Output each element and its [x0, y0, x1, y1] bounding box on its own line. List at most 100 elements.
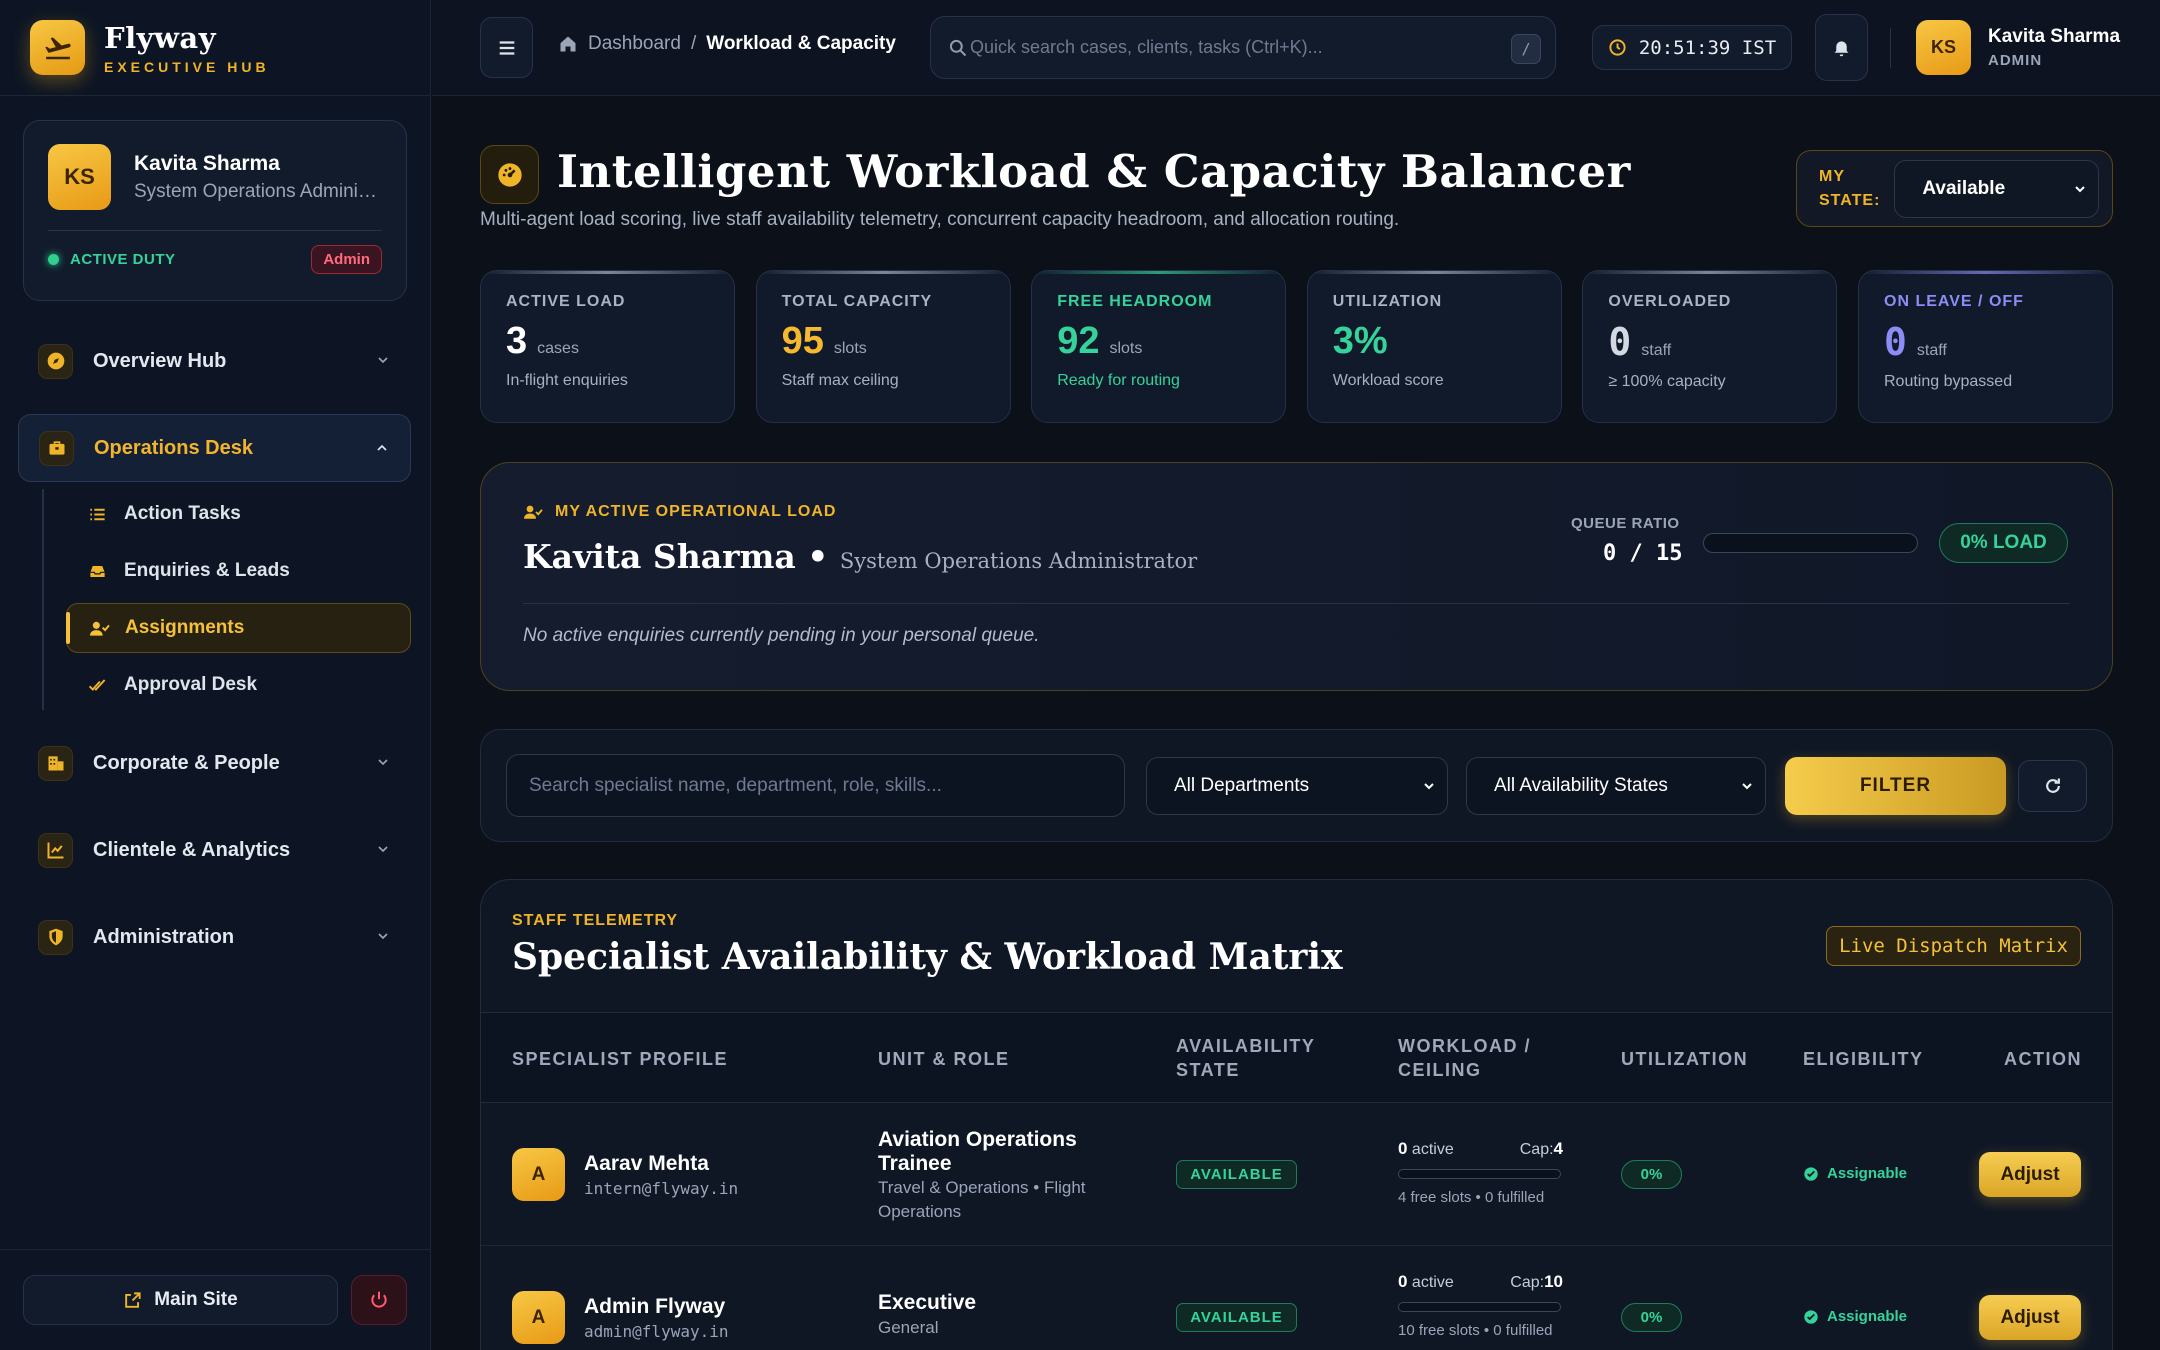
specialist-search-input[interactable]: Search specialist name, department, role…: [506, 754, 1125, 817]
menu-toggle-button[interactable]: [480, 17, 533, 78]
availability-select[interactable]: All Availability States: [1466, 757, 1766, 815]
nav-clientele-analytics[interactable]: Clientele & Analytics: [18, 816, 411, 884]
active-count: 0: [1398, 1139, 1408, 1158]
breadcrumb-separator: /: [690, 33, 697, 54]
divider: [523, 603, 2070, 604]
column-header: UTILIZATION: [1621, 1048, 1749, 1069]
sidebar-item-enquiries[interactable]: Enquiries & Leads: [66, 546, 411, 596]
nav-label: Administration: [93, 925, 235, 948]
specialist-role: Executive: [878, 1291, 977, 1314]
workload-matrix: STAFF TELEMETRY Specialist Availability …: [480, 879, 2113, 1350]
briefcase-icon: [39, 430, 74, 466]
avatar: KS: [48, 144, 111, 210]
my-load-panel: MY ACTIVE OPERATIONAL LOAD Kavita Sharma…: [480, 462, 2113, 691]
adjust-button[interactable]: Adjust: [1979, 1152, 2081, 1197]
nav-administration[interactable]: Administration: [18, 903, 411, 971]
logout-button[interactable]: [351, 1275, 407, 1325]
specialist-department: General: [878, 1318, 939, 1337]
cap-label: Cap:: [1510, 1274, 1545, 1291]
page-title: Intelligent Workload & Capacity Balancer: [557, 145, 1631, 198]
brand-subtitle: EXECUTIVE HUB: [104, 58, 270, 75]
queue-ratio-label: QUEUE RATIO: [1571, 515, 1680, 532]
search-placeholder: Quick search cases, clients, tasks (Ctrl…: [970, 37, 1323, 57]
specialist-role: Aviation Operations Trainee: [878, 1128, 1077, 1175]
nav-overview-hub[interactable]: Overview Hub: [18, 327, 411, 395]
user-check-icon: [89, 619, 111, 638]
my-state-select[interactable]: Available: [1894, 159, 2100, 218]
profile-role: System Operations Administrator: [134, 180, 382, 202]
column-header: SPECIALIST PROFILE: [512, 1048, 729, 1069]
stat-caption: Staff max ceiling: [781, 372, 899, 389]
utilization-badge: 0%: [1621, 1303, 1682, 1332]
breadcrumb: Dashboard / Workload & Capacity: [558, 33, 896, 55]
compass-icon: [38, 343, 73, 379]
sidebar-item-action-tasks[interactable]: Action Tasks: [66, 489, 411, 539]
filter-button[interactable]: FILTER: [1785, 757, 2006, 815]
specialist-name[interactable]: Aarav Mehta: [584, 1152, 709, 1176]
specialist-avatar: A: [512, 1291, 565, 1344]
chart-line-icon: [38, 832, 73, 868]
nav-label: Corporate & People: [93, 751, 280, 774]
user-clock-icon: [524, 505, 543, 519]
specialist-department: Travel & Operations • Flight Operations: [878, 1178, 1086, 1221]
active-count: 0: [1398, 1272, 1408, 1291]
stat-unit: staff: [1641, 342, 1672, 359]
nav-corporate-people[interactable]: Corporate & People: [18, 729, 411, 797]
refresh-button[interactable]: [2018, 760, 2087, 812]
main-site-button[interactable]: Main Site: [23, 1275, 338, 1325]
duty-status: ACTIVE DUTY: [48, 251, 176, 268]
power-icon: [371, 1291, 387, 1308]
specialist-name[interactable]: Admin Flyway: [584, 1295, 725, 1319]
active-label: active: [1411, 1141, 1454, 1158]
sidebar: Flyway EXECUTIVE HUB KS Kavita Sharma Sy…: [0, 0, 431, 1350]
sidebar-item-approval-desk[interactable]: Approval Desk: [66, 660, 411, 710]
stat-card: ACTIVE LOAD 3 cases In-flight enquiries: [480, 270, 735, 423]
user-menu[interactable]: KS Kavita Sharma ADMIN: [1916, 20, 2120, 75]
column-header-line: WORKLOAD /: [1398, 1036, 1531, 1056]
divider: [1890, 28, 1891, 68]
check-circle-icon: [1804, 1166, 1818, 1181]
chevron-down-icon: [1742, 783, 1752, 790]
free-slots-text: 4 free slots • 0 fulfilled: [1398, 1189, 1545, 1206]
my-state-panel: MY STATE: Available: [1796, 150, 2113, 227]
cap-value: 4: [1553, 1139, 1563, 1158]
brand-name: Flyway: [104, 20, 217, 55]
stat-value-group: 0 staff: [1884, 320, 2087, 364]
cap-label: Cap:: [1519, 1141, 1554, 1158]
eligibility-status: Assignable: [1803, 1308, 1907, 1325]
eligibility-label: Assignable: [1827, 1165, 1908, 1182]
breadcrumb-home[interactable]: Dashboard: [588, 33, 681, 55]
sidebar-item-label: Enquiries & Leads: [124, 560, 290, 581]
column-header: WORKLOAD / CEILING: [1398, 1013, 1531, 1104]
chevron-down-icon: [378, 357, 388, 364]
chevron-up-icon: [377, 444, 387, 451]
chevron-down-icon: [378, 846, 388, 853]
brand[interactable]: Flyway EXECUTIVE HUB: [0, 0, 430, 96]
home-icon[interactable]: [558, 34, 578, 54]
notifications-button[interactable]: [1815, 14, 1868, 81]
workload-bar: [1398, 1302, 1561, 1312]
stat-caption: Workload score: [1332, 372, 1444, 389]
nav-operations-desk[interactable]: Operations Desk: [18, 414, 411, 482]
stat-label: ON LEAVE / OFF: [1884, 293, 2024, 310]
column-header-line: CEILING: [1398, 1060, 1482, 1080]
column-header: ACTION: [2004, 1048, 2082, 1069]
sidebar-item-assignments[interactable]: Assignments: [66, 603, 411, 653]
specialist-avatar: A: [512, 1148, 565, 1201]
double-check-icon: [88, 676, 110, 695]
column-header: AVAILABILITY STATE: [1176, 1013, 1315, 1104]
stat-value: 0: [1884, 320, 1907, 364]
my-load-role: System Operations Administrator: [839, 549, 1198, 573]
stat-value: 92: [1057, 320, 1100, 362]
main-content: Intelligent Workload & Capacity Balancer…: [432, 97, 2160, 1350]
adjust-button[interactable]: Adjust: [1979, 1295, 2081, 1340]
nav-label: Clientele & Analytics: [93, 838, 291, 861]
stat-card: ON LEAVE / OFF 0 staff Routing bypassed: [1858, 270, 2113, 423]
my-load-kicker-text: MY ACTIVE OPERATIONAL LOAD: [555, 503, 837, 520]
global-search-input[interactable]: Quick search cases, clients, tasks (Ctrl…: [930, 16, 1556, 79]
plane-logo-icon: [30, 20, 85, 75]
clock-time: 20:51:39 IST: [1638, 36, 1777, 59]
external-link-icon: [125, 1291, 141, 1308]
refresh-icon: [2045, 778, 2060, 793]
department-select[interactable]: All Departments: [1146, 757, 1448, 815]
